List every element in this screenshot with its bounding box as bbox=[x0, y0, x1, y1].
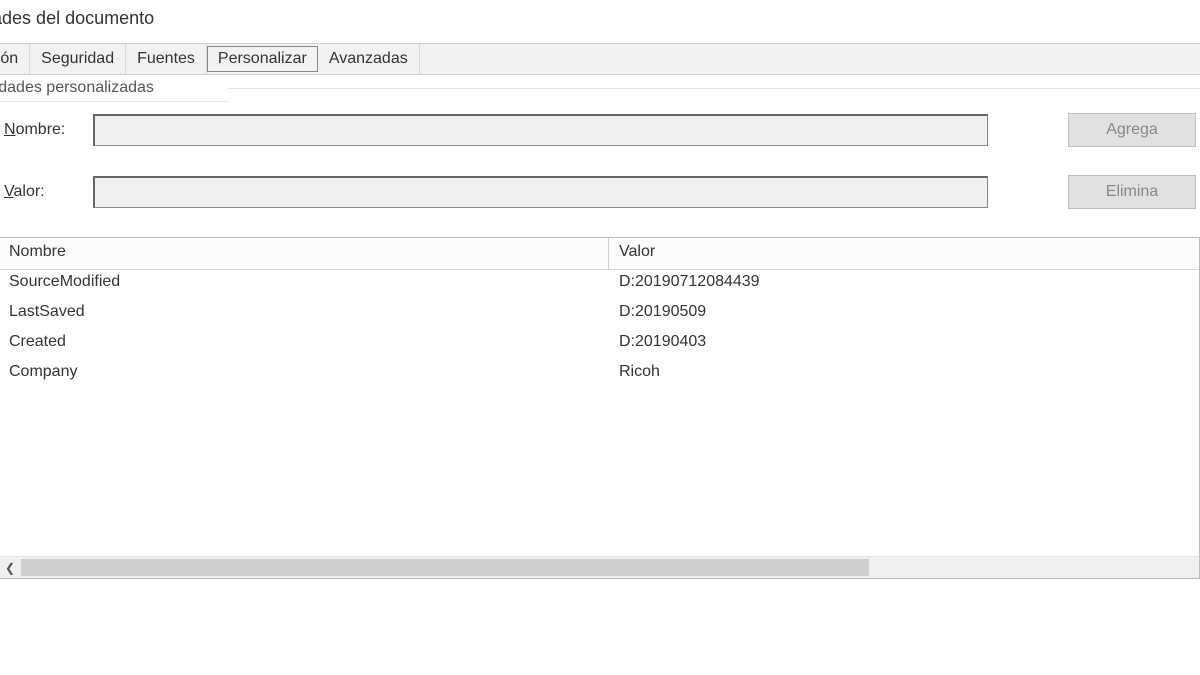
panel-title: opiedades personalizadas bbox=[0, 75, 228, 102]
cell-name: Created bbox=[0, 330, 609, 360]
properties-table: Nombre Valor SourceModified D:2019071208… bbox=[0, 237, 1200, 579]
name-input[interactable] bbox=[93, 114, 988, 146]
tab-seguridad[interactable]: Seguridad bbox=[30, 44, 126, 74]
cell-value: D:20190403 bbox=[609, 330, 1199, 360]
cell-value: D:20190712084439 bbox=[609, 270, 1199, 300]
table-row[interactable]: Created D:20190403 bbox=[0, 330, 1199, 360]
table-body: SourceModified D:20190712084439 LastSave… bbox=[0, 270, 1199, 390]
tab-personalizar[interactable]: Personalizar bbox=[207, 46, 318, 72]
horizontal-scrollbar[interactable]: ❮ bbox=[0, 556, 1199, 578]
scroll-thumb[interactable] bbox=[21, 559, 869, 576]
delete-button[interactable]: Elimina bbox=[1068, 175, 1196, 209]
table-row[interactable]: Company Ricoh bbox=[0, 360, 1199, 390]
value-label: Valor: bbox=[0, 183, 93, 201]
name-row: Nombre: Agrega bbox=[0, 113, 1200, 147]
table-header: Nombre Valor bbox=[0, 238, 1199, 270]
cell-name: Company bbox=[0, 360, 609, 390]
value-row: Valor: Elimina bbox=[0, 175, 1200, 209]
window-title: iedades del documento bbox=[0, 0, 1200, 43]
cell-value: D:20190509 bbox=[609, 300, 1199, 330]
custom-props-form: Nombre: Agrega Valor: Elimina bbox=[0, 89, 1200, 209]
scroll-track[interactable] bbox=[21, 557, 1199, 578]
cell-name: LastSaved bbox=[0, 300, 609, 330]
add-button[interactable]: Agrega bbox=[1068, 113, 1196, 147]
col-header-value[interactable]: Valor bbox=[609, 238, 1199, 269]
cell-name: SourceModified bbox=[0, 270, 609, 300]
tab-fuentes[interactable]: Fuentes bbox=[126, 44, 207, 74]
col-header-name[interactable]: Nombre bbox=[0, 238, 609, 269]
table-row[interactable]: SourceModified D:20190712084439 bbox=[0, 270, 1199, 300]
table-row[interactable]: LastSaved D:20190509 bbox=[0, 300, 1199, 330]
tab-descripcion[interactable]: cripción bbox=[0, 44, 30, 74]
tab-bar: cripción Seguridad Fuentes Personalizar … bbox=[0, 43, 1200, 75]
tab-avanzadas[interactable]: Avanzadas bbox=[318, 44, 420, 74]
name-label: Nombre: bbox=[0, 121, 93, 139]
value-input[interactable] bbox=[93, 176, 988, 208]
scroll-left-icon[interactable]: ❮ bbox=[0, 557, 21, 578]
cell-value: Ricoh bbox=[609, 360, 1199, 390]
